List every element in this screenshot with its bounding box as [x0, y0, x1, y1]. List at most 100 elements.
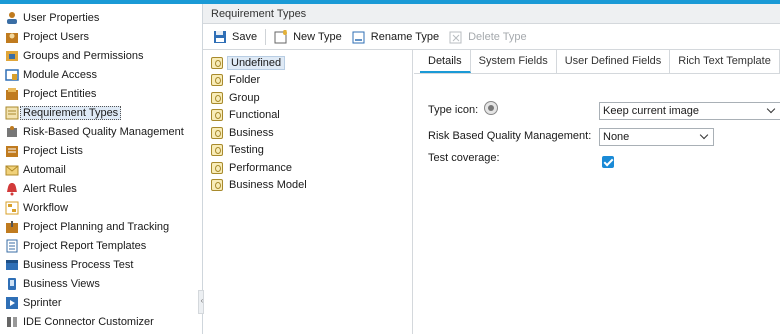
save-label: Save	[232, 30, 258, 43]
type-icon-preview-icon[interactable]	[484, 101, 498, 115]
type-label: Business	[229, 127, 274, 139]
sidebar-item-project-users[interactable]: Project Users	[2, 28, 200, 46]
type-item-group[interactable]: Group	[211, 90, 260, 106]
type-item-functional[interactable]: Functional	[211, 107, 280, 123]
sidebar-item-label: IDE Connector Customizer	[23, 316, 154, 328]
new-type-icon	[274, 28, 288, 44]
rename-type-icon	[352, 30, 366, 44]
report-templates-icon	[5, 239, 19, 253]
sidebar-item-label: Project Planning and Tracking	[23, 221, 170, 233]
requirement-type-icon	[211, 144, 223, 156]
type-icon-select-value: Keep current image	[603, 105, 699, 117]
type-icon-select[interactable]: Keep current image	[599, 102, 780, 120]
type-item-business-model[interactable]: Business Model	[211, 177, 307, 193]
type-item-performance[interactable]: Performance	[211, 160, 292, 176]
details-tabs: Details System Fields User Defined Field…	[414, 50, 780, 74]
sidebar-item-planning-tracking[interactable]: Project Planning and Tracking	[2, 218, 200, 236]
chevron-down-icon	[697, 129, 713, 145]
sidebar-item-label: Business Views	[23, 278, 100, 290]
tab-rich-text-template[interactable]: Rich Text Template	[670, 50, 780, 73]
main-panel: Requirement Types Save New Type Rename T…	[198, 4, 780, 334]
type-item-folder[interactable]: Folder	[211, 72, 260, 88]
business-views-icon	[5, 277, 19, 291]
sidebar-item-business-views[interactable]: Business Views	[2, 275, 200, 293]
test-coverage-row: Test coverage:	[428, 148, 500, 168]
sidebar-item-project-lists[interactable]: Project Lists	[2, 142, 200, 160]
project-users-icon	[5, 30, 19, 44]
sidebar-item-label: User Properties	[23, 12, 100, 24]
user-properties-icon	[5, 11, 19, 25]
requirement-type-icon	[211, 92, 223, 104]
type-label: Testing	[229, 144, 264, 156]
automail-icon	[5, 163, 19, 177]
type-label: Group	[229, 92, 260, 104]
sidebar-item-user-properties[interactable]: User Properties	[2, 9, 200, 27]
sidebar-item-requirement-types[interactable]: Requirement Types	[2, 104, 200, 122]
requirement-type-icon	[211, 162, 223, 174]
sidebar-item-label: Business Process Test	[23, 259, 134, 271]
details-panel: Details System Fields User Defined Field…	[414, 50, 780, 334]
sidebar-item-ide-connector[interactable]: IDE Connector Customizer	[2, 313, 200, 331]
sidebar-item-label: Project Entities	[23, 88, 97, 100]
sidebar-item-label: Project Users	[23, 31, 90, 43]
sidebar-item-label: Risk-Based Quality Management	[23, 126, 184, 138]
new-type-label: New Type	[293, 30, 342, 43]
sidebar-item-groups-permissions[interactable]: Groups and Permissions	[2, 47, 200, 65]
sprinter-icon	[5, 296, 19, 310]
type-item-undefined[interactable]: Undefined	[211, 55, 286, 71]
sidebar-item-workflow[interactable]: Workflow	[2, 199, 200, 217]
sidebar-item-business-process-test[interactable]: Business Process Test	[2, 256, 200, 274]
sidebar-item-label: Project Report Templates	[23, 240, 147, 252]
type-icon-row: Type icon:	[428, 100, 478, 120]
type-label: Folder	[229, 74, 261, 86]
sidebar-item-sprinter[interactable]: Sprinter	[2, 294, 200, 312]
sidebar-item-report-templates[interactable]: Project Report Templates	[2, 237, 200, 255]
toolbar-divider	[265, 28, 267, 45]
rbqm-select[interactable]: None	[599, 128, 714, 146]
tab-details[interactable]: Details	[420, 50, 471, 73]
requirement-type-list: ‹ Undefined Folder Group Functional Busi…	[198, 50, 413, 334]
panel-splitter[interactable]: ‹	[198, 290, 204, 314]
project-entities-icon	[5, 87, 19, 101]
type-icon-label: Type icon:	[428, 104, 479, 116]
requirement-type-icon	[211, 57, 223, 69]
type-label: Functional	[229, 109, 280, 121]
test-coverage-checkbox[interactable]	[602, 156, 614, 168]
rename-type-label: Rename Type	[370, 30, 440, 43]
delete-type-label: Delete Type	[468, 30, 527, 43]
sidebar-item-label: Automail	[23, 164, 66, 176]
type-label: Business Model	[229, 179, 307, 191]
workflow-icon	[5, 201, 19, 215]
chevron-down-icon	[764, 103, 780, 119]
rename-type-button[interactable]: Rename Type	[350, 27, 441, 47]
sidebar-item-label: Alert Rules	[23, 183, 77, 195]
alert-rules-icon	[5, 182, 19, 196]
sidebar-item-module-access[interactable]: Module Access	[2, 66, 200, 84]
save-button[interactable]: Save	[211, 27, 259, 47]
sidebar-item-project-entities[interactable]: Project Entities	[2, 85, 200, 103]
splitter-arrow-icon: ‹	[200, 296, 204, 305]
sidebar-item-label: Groups and Permissions	[23, 50, 144, 62]
sidebar-item-alert-rules[interactable]: Alert Rules	[2, 180, 200, 198]
groups-permissions-icon	[5, 49, 19, 63]
ide-connector-icon	[5, 315, 19, 329]
save-icon	[213, 30, 227, 44]
new-type-button[interactable]: New Type	[272, 27, 344, 47]
type-item-testing[interactable]: Testing	[211, 142, 264, 158]
tab-user-defined-fields[interactable]: User Defined Fields	[557, 50, 671, 73]
business-process-test-icon	[5, 258, 19, 272]
risk-quality-icon	[5, 125, 19, 139]
project-lists-icon	[5, 144, 19, 158]
sidebar-item-label: Workflow	[23, 202, 69, 214]
sidebar-item-automail[interactable]: Automail	[2, 161, 200, 179]
type-item-business[interactable]: Business	[211, 125, 274, 141]
delete-type-icon	[449, 30, 463, 44]
sidebar-item-risk-quality[interactable]: Risk-Based Quality Management	[2, 123, 200, 141]
sidebar-item-label: Sprinter	[23, 297, 62, 309]
tab-system-fields[interactable]: System Fields	[471, 50, 557, 73]
delete-type-button[interactable]: Delete Type	[447, 27, 529, 47]
toolbar: Save New Type Rename Type Delete Type	[203, 24, 780, 50]
admin-sidebar: User Properties Project Users Groups and…	[0, 4, 203, 334]
rbqm-label: Risk Based Quality Management:	[428, 130, 592, 142]
type-label: Undefined	[227, 56, 286, 70]
